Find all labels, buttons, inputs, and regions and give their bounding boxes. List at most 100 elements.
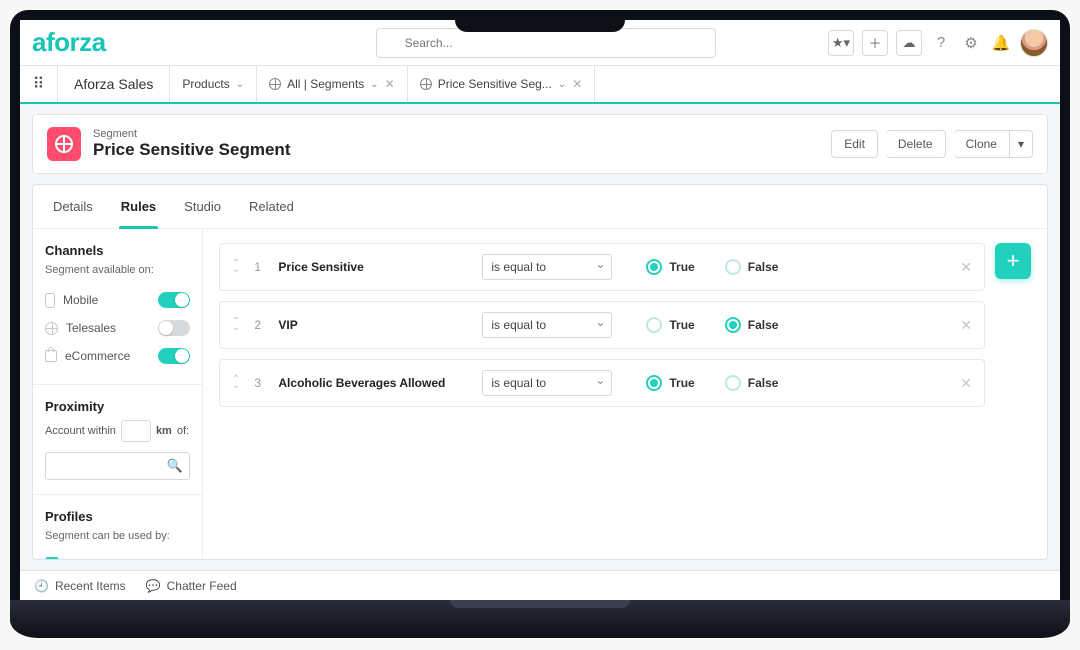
page-title: Price Sensitive Segment xyxy=(93,140,290,160)
segment-icon xyxy=(47,127,81,161)
globe-icon xyxy=(45,322,58,335)
rule-field: Price Sensitive xyxy=(278,260,468,274)
channel-mobile: Mobile xyxy=(45,286,190,314)
channel-mobile-toggle[interactable] xyxy=(158,292,190,308)
tab-all-segments[interactable]: All | Segments ⌄ ✕ xyxy=(257,66,408,102)
tab-products[interactable]: Products ⌄ xyxy=(170,66,257,102)
globe-icon xyxy=(420,78,432,90)
chatter-feed-button[interactable]: 💬Chatter Feed xyxy=(146,579,237,593)
app-name: Aforza Sales xyxy=(58,66,170,102)
profile-all[interactable]: ✓ All xyxy=(45,552,190,559)
rule-value-true[interactable]: True xyxy=(646,259,694,275)
main-card: Details Rules Studio Related Channels Se… xyxy=(32,184,1048,560)
close-icon[interactable]: ✕ xyxy=(385,77,395,91)
avatar[interactable] xyxy=(1020,29,1048,57)
tab-label: Price Sensitive Seg... xyxy=(438,77,552,91)
proximity-prefix: Account within xyxy=(45,425,116,437)
rule-operator-select[interactable]: is equal to xyxy=(482,254,612,280)
rule-field: VIP xyxy=(278,318,468,332)
brand-logo: aforza xyxy=(32,27,106,58)
inner-tabs: Details Rules Studio Related xyxy=(33,185,1047,229)
record-type: Segment xyxy=(93,128,290,140)
channels-subtext: Segment available on: xyxy=(45,264,190,276)
search-icon: 🔍 xyxy=(167,458,183,474)
edit-button[interactable]: Edit xyxy=(831,130,878,158)
rule-value-false[interactable]: False xyxy=(725,259,779,275)
app-launcher-icon[interactable]: ⠿ xyxy=(20,66,58,102)
remove-rule-icon[interactable]: ✕ xyxy=(960,259,972,276)
tab-details[interactable]: Details xyxy=(51,185,95,228)
chevron-down-icon[interactable]: ⌄ xyxy=(370,79,378,90)
rules-sidebar: Channels Segment available on: Mobile Te… xyxy=(33,229,203,559)
rule-value-false[interactable]: False xyxy=(725,375,779,391)
radio-icon xyxy=(725,375,741,391)
global-search[interactable]: 🔍 xyxy=(376,28,716,58)
drag-handle-icon[interactable]: ⌃⌄ xyxy=(232,261,240,273)
drag-handle-icon[interactable]: ⌃⌄ xyxy=(232,319,240,331)
proximity-heading: Proximity xyxy=(45,399,190,414)
rules-list: ⌃⌄ 1 Price Sensitive is equal to True Fa… xyxy=(219,243,985,407)
rule-row: ⌃⌄ 3 Alcoholic Beverages Allowed is equa… xyxy=(219,359,985,407)
rule-value-true[interactable]: True xyxy=(646,375,694,391)
check-icon: ✓ xyxy=(45,557,59,559)
radio-icon xyxy=(646,317,662,333)
recent-items-button[interactable]: 🕘Recent Items xyxy=(34,579,126,593)
channel-label: eCommerce xyxy=(65,349,130,363)
tab-related[interactable]: Related xyxy=(247,185,296,228)
clone-button[interactable]: Clone xyxy=(954,130,1010,158)
radio-icon xyxy=(646,259,662,275)
channel-label: Telesales xyxy=(66,321,116,335)
gear-icon[interactable]: ⚙ xyxy=(960,32,982,54)
favorites-icon[interactable]: ★▾ xyxy=(828,30,854,56)
drag-handle-icon[interactable]: ⌃⌄ xyxy=(232,377,240,389)
proximity-unit: km xyxy=(156,425,172,437)
channel-telesales-toggle[interactable] xyxy=(158,320,190,336)
cloud-icon[interactable]: ☁ xyxy=(896,30,922,56)
more-actions-button[interactable]: ▾ xyxy=(1010,130,1033,158)
chat-icon: 💬 xyxy=(146,579,161,593)
proximity-km-input[interactable] xyxy=(121,420,151,442)
chevron-down-icon[interactable]: ⌄ xyxy=(558,79,566,90)
clock-icon: 🕘 xyxy=(34,579,49,593)
chevron-down-icon[interactable]: ⌄ xyxy=(236,79,244,90)
globe-icon xyxy=(269,78,281,90)
delete-button[interactable]: Delete xyxy=(886,130,946,158)
rule-row: ⌃⌄ 1 Price Sensitive is equal to True Fa… xyxy=(219,243,985,291)
rule-number: 2 xyxy=(254,318,264,332)
radio-icon xyxy=(725,259,741,275)
rule-number: 1 xyxy=(254,260,264,274)
bottom-bar: 🕘Recent Items 💬Chatter Feed xyxy=(20,570,1060,600)
add-rule-button[interactable]: + xyxy=(995,243,1031,279)
rule-operator-select[interactable]: is equal to xyxy=(482,370,612,396)
close-icon[interactable]: ✕ xyxy=(572,77,582,91)
remove-rule-icon[interactable]: ✕ xyxy=(960,317,972,334)
proximity-suffix: of: xyxy=(177,425,189,437)
tab-studio[interactable]: Studio xyxy=(182,185,223,228)
app-tabs-bar: ⠿ Aforza Sales Products ⌄ All | Segments… xyxy=(20,66,1060,104)
rule-value-true[interactable]: True xyxy=(646,317,694,333)
add-icon[interactable]: ＋ xyxy=(862,30,888,56)
record-actions: Edit Delete Clone ▾ xyxy=(831,130,1033,158)
channel-label: Mobile xyxy=(63,293,98,307)
channel-telesales: Telesales xyxy=(45,314,190,342)
notifications-icon[interactable]: 🔔 xyxy=(990,32,1012,54)
radio-icon xyxy=(646,375,662,391)
mobile-icon xyxy=(45,293,55,308)
channel-ecommerce-toggle[interactable] xyxy=(158,348,190,364)
profile-label: All xyxy=(67,557,80,559)
tab-price-sensitive-segment[interactable]: Price Sensitive Seg... ⌄ ✕ xyxy=(408,66,596,102)
record-header: Segment Price Sensitive Segment Edit Del… xyxy=(32,114,1048,174)
rule-operator-select[interactable]: is equal to xyxy=(482,312,612,338)
search-input[interactable] xyxy=(376,28,716,58)
remove-rule-icon[interactable]: ✕ xyxy=(960,375,972,392)
rule-field: Alcoholic Beverages Allowed xyxy=(278,376,468,390)
tab-label: All | Segments xyxy=(287,77,364,91)
bag-icon xyxy=(45,350,57,362)
tab-rules[interactable]: Rules xyxy=(119,185,158,228)
help-icon[interactable]: ? xyxy=(930,32,952,54)
proximity-row: Account within km of: xyxy=(45,420,190,442)
channels-heading: Channels xyxy=(45,243,190,258)
rule-row: ⌃⌄ 2 VIP is equal to True False ✕ xyxy=(219,301,985,349)
profiles-subtext: Segment can be used by: xyxy=(45,530,190,542)
rule-value-false[interactable]: False xyxy=(725,317,779,333)
